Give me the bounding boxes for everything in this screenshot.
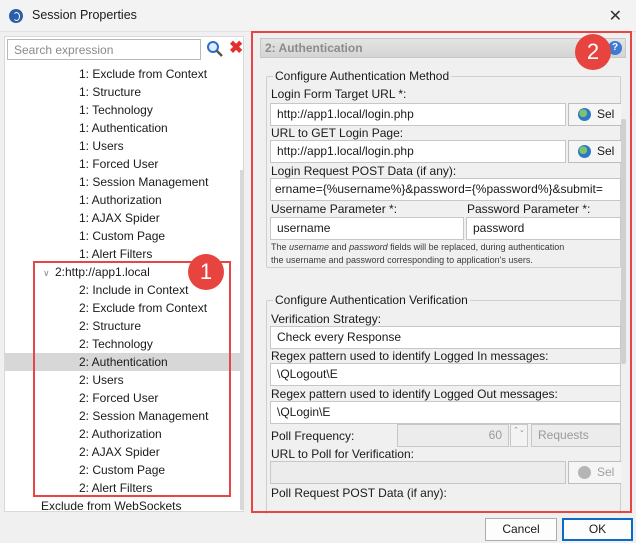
tree-item[interactable]: 1: Authentication <box>5 119 243 137</box>
tree-item-label: 1: Authentication <box>79 121 168 135</box>
title-bar: Session Properties ✕ <box>0 0 636 32</box>
tree-item[interactable]: 1: Users <box>5 137 243 155</box>
annotation-marker-1: 1 <box>188 254 224 290</box>
tree-item-label: 1: Custom Page <box>79 229 166 243</box>
annotation-box-1 <box>33 261 231 497</box>
ok-button[interactable]: OK <box>562 518 633 541</box>
search-input[interactable] <box>7 39 201 60</box>
annotation-marker-2: 2 <box>575 34 611 70</box>
dialog-button-bar: Cancel OK <box>0 514 636 543</box>
tree-item[interactable]: 1: Session Management <box>5 173 243 191</box>
annotation-box-2 <box>251 31 632 513</box>
tree-item-label: 1: Structure <box>79 85 142 99</box>
search-icon[interactable] <box>206 40 224 58</box>
tree-item-label: 1: AJAX Spider <box>79 211 160 225</box>
tree-item-label: 1: Users <box>79 139 124 153</box>
tree-item[interactable]: 1: Authorization <box>5 191 243 209</box>
tree-item[interactable]: 1: AJAX Spider <box>5 209 243 227</box>
tree-item-label: 1: Authorization <box>79 193 162 207</box>
tree-item-label: 1: Alert Filters <box>79 247 153 261</box>
tree-item[interactable]: 1: Exclude from Context <box>5 65 243 83</box>
tree-item[interactable]: 1: Custom Page <box>5 227 243 245</box>
tree-item-label: 1: Exclude from Context <box>79 67 208 81</box>
clear-icon[interactable]: ✖ <box>229 38 243 58</box>
tree-item-label: 1: Session Management <box>79 175 209 189</box>
tree-scrollbar[interactable] <box>240 170 244 510</box>
tree-item[interactable]: 1: Technology <box>5 101 243 119</box>
tree-item-label: 1: Technology <box>79 103 153 117</box>
tree-item-label: 1: Forced User <box>79 157 159 171</box>
cancel-button[interactable]: Cancel <box>485 518 557 541</box>
tree-item-label: Exclude from WebSockets <box>41 499 182 513</box>
app-logo-icon <box>9 9 23 23</box>
tree-item[interactable]: 1: Forced User <box>5 155 243 173</box>
tree-item[interactable]: 1: Structure <box>5 83 243 101</box>
close-button[interactable]: ✕ <box>609 6 622 26</box>
window-title: Session Properties <box>32 8 137 22</box>
tree-item[interactable]: Exclude from WebSockets <box>5 497 243 515</box>
